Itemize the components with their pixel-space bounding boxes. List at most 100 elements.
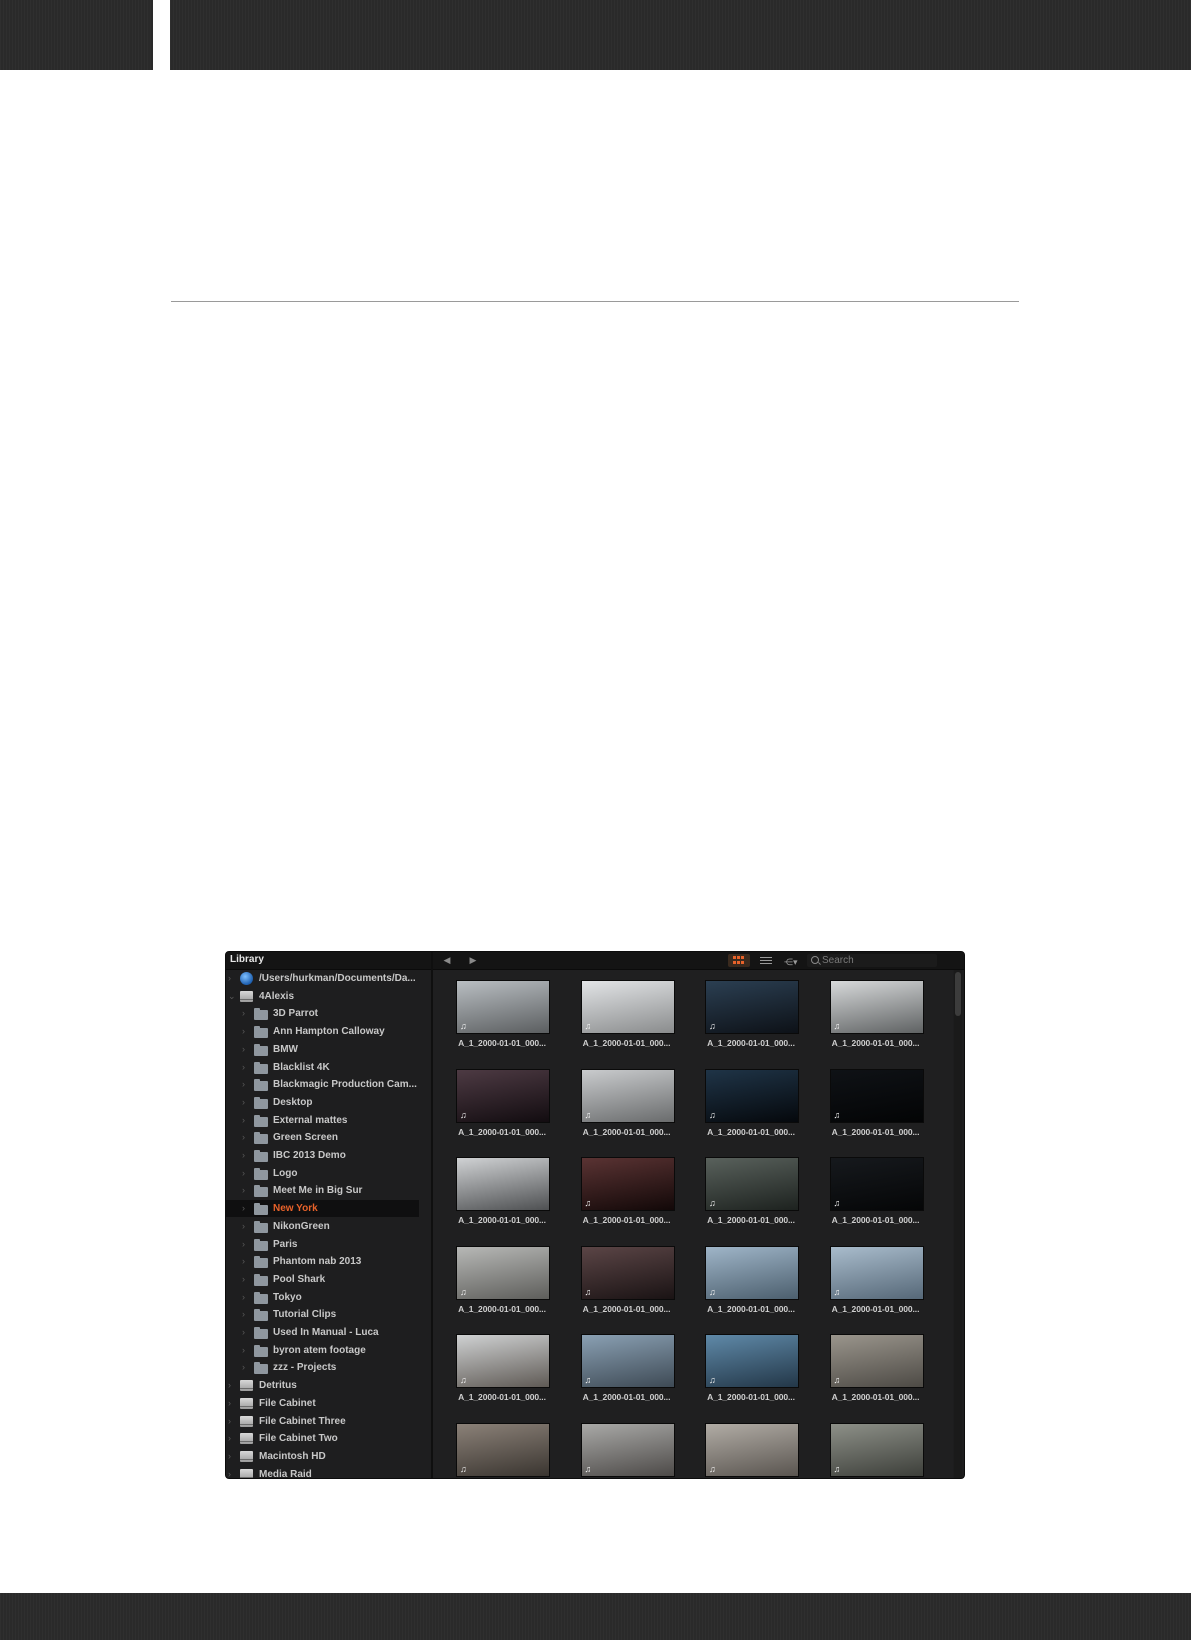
library-item[interactable]: › IBC 2013 Demo (226, 1147, 419, 1164)
clip-thumbnail[interactable]: ♫ A_1_2000-01-01_000... (576, 1330, 676, 1406)
clip-thumbnail[interactable]: ♫ A_1_2000-01-01_000... (825, 1065, 925, 1141)
page-footer-bar (0, 1593, 1191, 1640)
clip-thumbnail[interactable]: ♫ A_1_2000-01-01_000... (451, 1242, 551, 1318)
disclosure-chevron-icon[interactable]: › (228, 1466, 231, 1478)
disclosure-chevron-icon[interactable]: › (242, 1147, 245, 1164)
disclosure-chevron-icon[interactable]: › (242, 1076, 245, 1093)
list-view-button[interactable] (755, 954, 777, 967)
clip-thumbnail[interactable]: ♫ A_1_2000-01-01_000... (700, 1153, 800, 1229)
disclosure-chevron-icon[interactable]: › (242, 1306, 245, 1323)
disclosure-chevron-icon[interactable]: › (242, 1253, 245, 1270)
clip-thumbnail[interactable]: ♫ A_1_2000-01-01_000... (700, 1330, 800, 1406)
disclosure-chevron-icon[interactable]: › (228, 1377, 231, 1394)
search-field[interactable]: Search (807, 954, 937, 967)
disclosure-chevron-icon[interactable]: › (242, 1236, 245, 1253)
disclosure-chevron-icon[interactable]: › (242, 1129, 245, 1146)
disclosure-chevron-icon[interactable]: › (242, 1342, 245, 1359)
disclosure-chevron-icon[interactable]: › (242, 1200, 245, 1217)
disclosure-chevron-icon[interactable]: › (242, 1218, 245, 1235)
library-item[interactable]: › Tutorial Clips (226, 1306, 419, 1323)
clip-thumbnail[interactable]: ♫ A_1_2000-01-01_000... (451, 976, 551, 1052)
clip-thumbnail[interactable]: ♫ A_1_2000-01-01_000... (825, 1330, 925, 1406)
clip-thumbnail[interactable]: ♫ (451, 1419, 551, 1479)
library-item[interactable]: › File Cabinet (226, 1395, 419, 1412)
clip-thumbnail[interactable]: ♫ A_1_2000-01-01_000... (700, 1065, 800, 1141)
clip-thumbnail[interactable]: ♫ (700, 1419, 800, 1479)
disclosure-chevron-icon[interactable]: › (242, 1059, 245, 1076)
disclosure-chevron-icon[interactable]: › (242, 1005, 245, 1022)
disclosure-chevron-icon[interactable]: › (228, 1413, 231, 1430)
clip-thumbnail[interactable]: ♫ A_1_2000-01-01_000... (576, 1065, 676, 1141)
disclosure-chevron-icon[interactable]: › (228, 1395, 231, 1412)
disclosure-chevron-icon[interactable]: › (242, 1289, 245, 1306)
clip-image: ♫ (580, 1245, 675, 1300)
clip-thumbnail[interactable]: ♫ A_1_2000-01-01_000... (825, 976, 925, 1052)
drive-icon (240, 1380, 253, 1392)
library-tree[interactable]: › /Users/hurkman/Documents/Da... ⌄ 4Alexis ›… (226, 970, 431, 1478)
clip-thumbnail[interactable]: ♫ A_1_2000-01-01_000... (451, 1330, 551, 1406)
sort-menu-button[interactable]: ⋲▾ (781, 954, 803, 967)
disclosure-chevron-icon[interactable]: › (242, 1023, 245, 1040)
library-item[interactable]: › /Users/hurkman/Documents/Da... (226, 970, 419, 987)
disclosure-chevron-icon[interactable]: › (242, 1041, 245, 1058)
back-arrow-icon[interactable]: ◀ (440, 953, 454, 968)
disclosure-chevron-icon[interactable]: ⌄ (228, 988, 236, 1005)
disclosure-chevron-icon[interactable]: › (242, 1324, 245, 1341)
scrollbar-thumb[interactable] (955, 972, 961, 1016)
forward-arrow-icon[interactable]: ▶ (466, 953, 480, 968)
clip-thumbnail[interactable]: ♫ A_1_2000-01-01_000... (576, 1242, 676, 1318)
clip-grid-scrollbar[interactable] (954, 970, 962, 1478)
library-item[interactable]: › Macintosh HD (226, 1448, 419, 1465)
library-item[interactable]: › Detritus (226, 1377, 419, 1394)
thumbnail-view-button[interactable] (728, 954, 750, 967)
audio-note-icon: ♫ (460, 1021, 467, 1031)
clip-thumbnail[interactable]: ♫ A_1_2000-01-01_000... (576, 1153, 676, 1229)
clip-thumbnail[interactable]: ♫ (576, 1419, 676, 1479)
library-item[interactable]: › Used In Manual - Luca (226, 1324, 419, 1341)
clip-thumbnail[interactable]: ♫ A_1_2000-01-01_000... (825, 1153, 925, 1229)
disclosure-chevron-icon[interactable]: › (228, 1448, 231, 1465)
disclosure-chevron-icon[interactable]: › (242, 1165, 245, 1182)
library-item[interactable]: › Meet Me in Big Sur (226, 1182, 419, 1199)
library-item[interactable]: ⌄ 4Alexis (226, 988, 419, 1005)
library-item[interactable]: › Ann Hampton Calloway (226, 1023, 419, 1040)
library-item[interactable]: › 3D Parrot (226, 1005, 419, 1022)
disclosure-chevron-icon[interactable]: › (242, 1112, 245, 1129)
library-item[interactable]: › Paris (226, 1236, 419, 1253)
clip-image: ♫ (829, 1422, 924, 1477)
library-item[interactable]: › NikonGreen (226, 1218, 419, 1235)
clip-thumbnail[interactable]: ♫ (825, 1419, 925, 1479)
clip-thumbnail[interactable]: ♫ A_1_2000-01-01_000... (451, 1065, 551, 1141)
browser-toolbar: ◀ ▶ ⋲▾ Search (433, 952, 964, 970)
clip-thumbnail[interactable]: ♫ A_1_2000-01-01_000... (700, 976, 800, 1052)
disclosure-chevron-icon[interactable]: › (242, 1359, 245, 1376)
library-item-label: Desktop (273, 1096, 313, 1108)
library-item[interactable]: › Phantom nab 2013 (226, 1253, 419, 1270)
clip-name: A_1_2000-01-01_000... (458, 1392, 546, 1402)
library-item[interactable]: › Pool Shark (226, 1271, 419, 1288)
library-item[interactable]: › Blacklist 4K (226, 1059, 419, 1076)
clip-thumbnail[interactable]: ♫ A_1_2000-01-01_000... (825, 1242, 925, 1318)
clip-thumbnail[interactable]: ♫ A_1_2000-01-01_000... (576, 976, 676, 1052)
library-item[interactable]: › Logo (226, 1165, 419, 1182)
library-item[interactable]: › File Cabinet Three (226, 1413, 419, 1430)
library-item[interactable]: › Green Screen (226, 1129, 419, 1146)
library-item-label: External mattes (273, 1114, 348, 1126)
library-item[interactable]: › Blackmagic Production Cam... (226, 1076, 419, 1093)
library-item[interactable]: › External mattes (226, 1112, 419, 1129)
library-item[interactable]: › zzz - Projects (226, 1359, 419, 1376)
library-item[interactable]: › Desktop (226, 1094, 419, 1111)
disclosure-chevron-icon[interactable]: › (242, 1182, 245, 1199)
library-item[interactable]: › New York (226, 1200, 419, 1218)
clip-thumbnail[interactable]: A_1_2000-01-01_000... (451, 1153, 551, 1229)
disclosure-chevron-icon[interactable]: › (228, 1430, 231, 1447)
library-item[interactable]: › Media Raid (226, 1466, 419, 1478)
disclosure-chevron-icon[interactable]: › (242, 1271, 245, 1288)
library-item[interactable]: › byron atem footage (226, 1342, 419, 1359)
disclosure-chevron-icon[interactable]: › (228, 970, 231, 987)
clip-thumbnail[interactable]: ♫ A_1_2000-01-01_000... (700, 1242, 800, 1318)
library-item[interactable]: › BMW (226, 1041, 419, 1058)
library-item[interactable]: › Tokyo (226, 1289, 419, 1306)
disclosure-chevron-icon[interactable]: › (242, 1094, 245, 1111)
library-item[interactable]: › File Cabinet Two (226, 1430, 419, 1447)
